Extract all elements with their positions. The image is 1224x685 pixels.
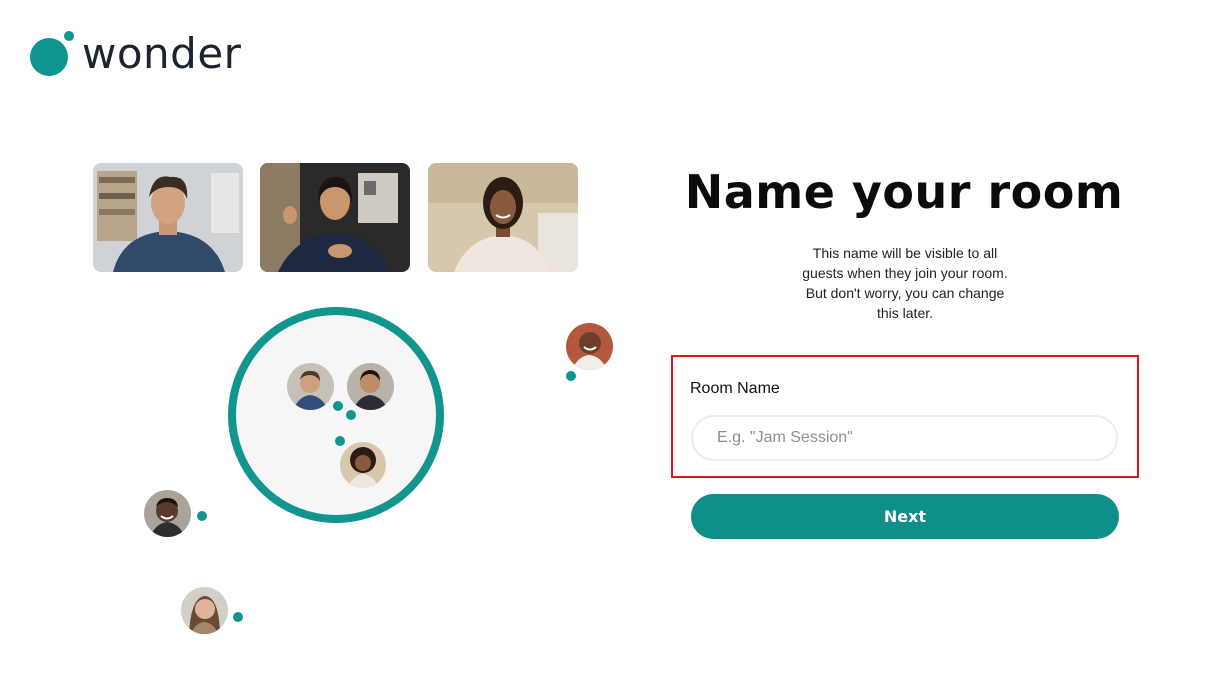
- description-line: guests when they join your room.: [802, 265, 1008, 281]
- description-line: This name will be visible to all: [812, 245, 998, 261]
- description-line: this later.: [876, 305, 934, 321]
- logo-wordmark: wonder: [82, 29, 242, 78]
- video-tile-woman-smiling: [428, 163, 578, 272]
- description-line: But don't worry, you can change: [805, 285, 1005, 301]
- connector-dot: [346, 410, 356, 420]
- connector-dot: [566, 371, 576, 381]
- avatar-woman-longhair: [181, 587, 228, 634]
- avatar-man-smiling: [347, 363, 394, 410]
- logo-mark-icon: [30, 38, 68, 76]
- avatar-woman-laughing: [566, 323, 613, 370]
- connector-dot: [197, 511, 207, 521]
- video-tile-man: [93, 163, 243, 272]
- next-button[interactable]: Next: [691, 494, 1119, 539]
- page-description: This name will be visible to all guests …: [795, 243, 1015, 323]
- avatar-man-grinning: [144, 490, 191, 537]
- connector-dot: [233, 612, 243, 622]
- connector-dot: [335, 436, 345, 446]
- room-name-label: Room Name: [690, 380, 780, 397]
- avatar-woman-curly: [340, 442, 386, 488]
- video-tile-woman-gesturing: [260, 163, 410, 272]
- wonder-logo: wonder: [30, 30, 250, 80]
- room-name-input[interactable]: [691, 415, 1118, 461]
- avatar-man-glasses: [287, 363, 334, 410]
- logo-dot-icon: [64, 31, 74, 41]
- room-circle: [228, 307, 444, 523]
- page-title: Name your room: [684, 165, 1124, 219]
- connector-dot: [333, 401, 343, 411]
